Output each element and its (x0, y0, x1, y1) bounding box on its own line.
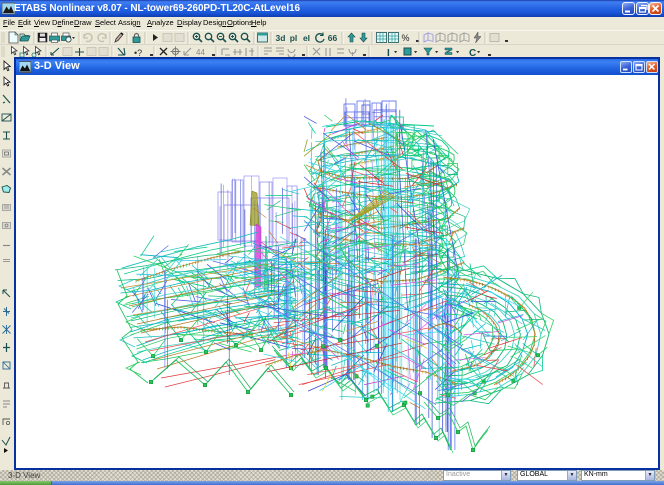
svg-text:66: 66 (328, 33, 338, 43)
svg-text:44: 44 (196, 48, 205, 57)
svg-text:el: el (303, 33, 310, 43)
svg-text:%: % (401, 33, 409, 43)
svg-text:3d: 3d (276, 33, 286, 43)
svg-text:pl: pl (290, 33, 298, 43)
